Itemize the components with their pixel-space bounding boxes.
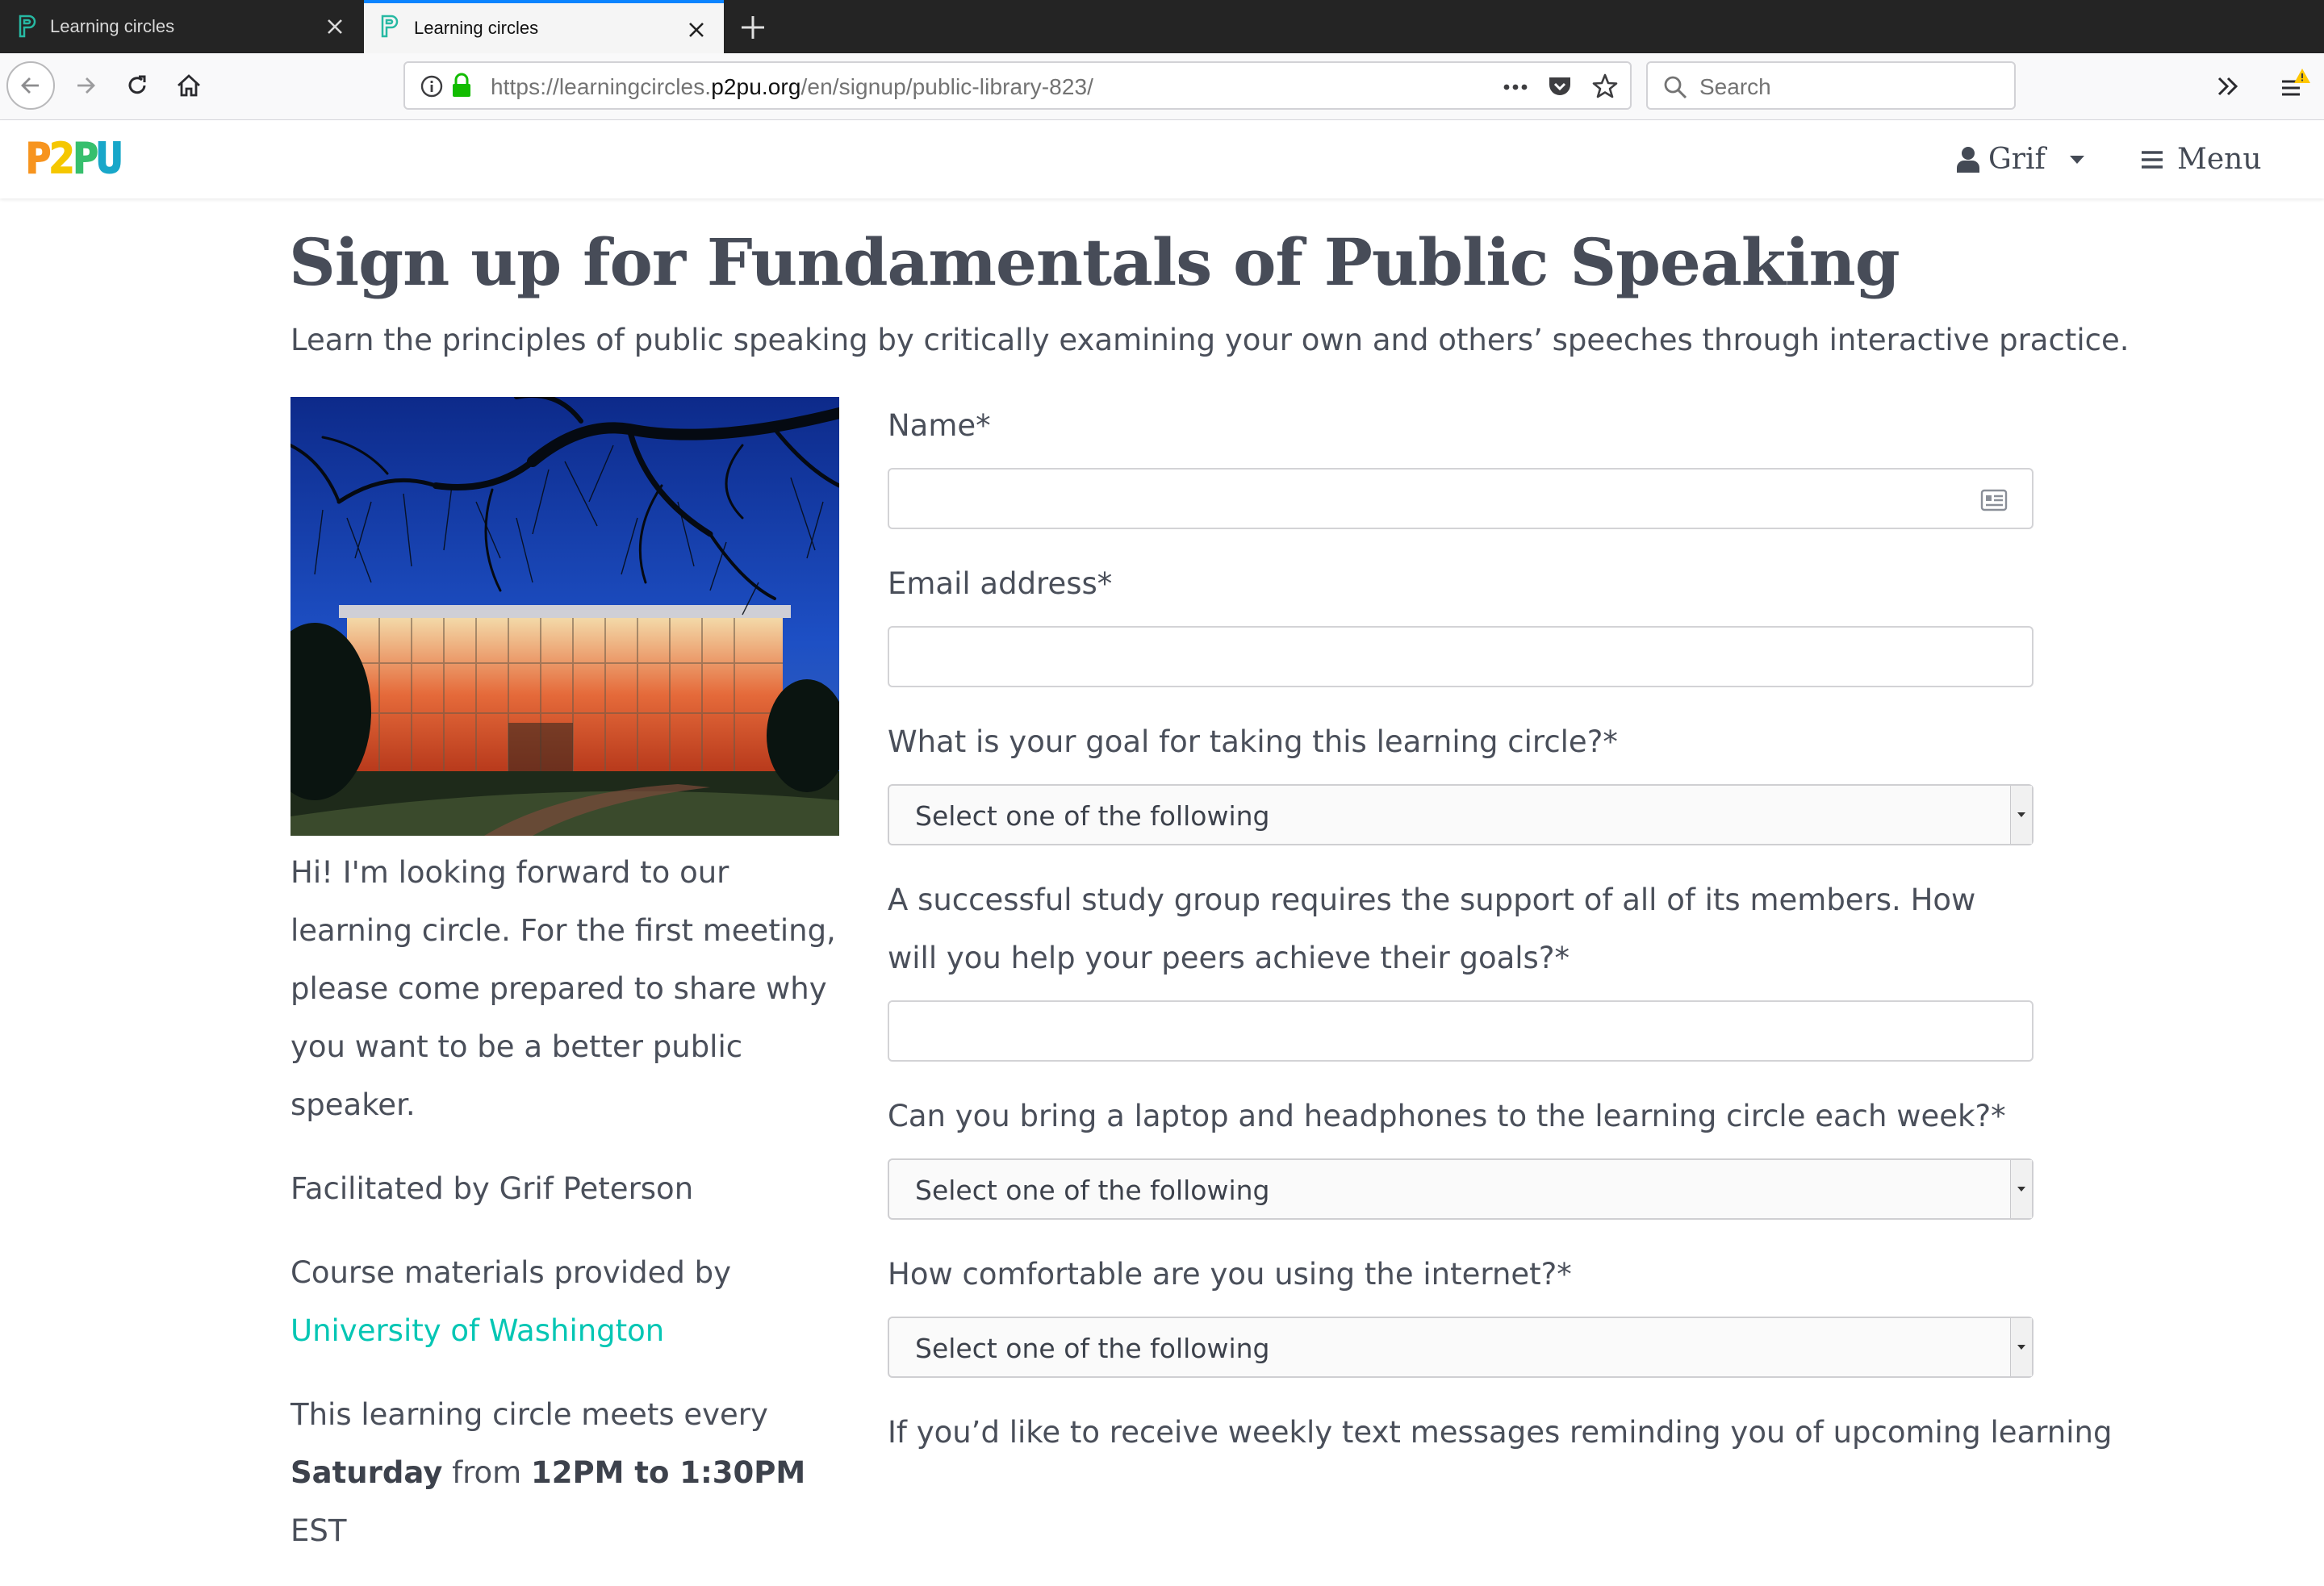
close-tab-icon[interactable] <box>324 15 346 38</box>
close-tab-icon[interactable] <box>685 19 708 41</box>
overflow-chevron-icon[interactable] <box>2214 73 2242 100</box>
home-button[interactable] <box>166 63 211 108</box>
support-label: A successful study group requires the su… <box>888 883 1976 975</box>
lock-icon[interactable] <box>450 73 473 98</box>
more-actions-icon[interactable] <box>1501 77 1530 97</box>
internet-comfort-label: How comfortable are you using the intern… <box>888 1257 1572 1292</box>
name-field[interactable] <box>888 468 2034 529</box>
page-title: Sign up for Fundamentals of Public Speak… <box>289 224 1900 300</box>
p2pu-favicon-icon <box>381 15 399 38</box>
app-menu-button[interactable] <box>2274 69 2314 103</box>
internet-comfort-select[interactable]: Select one of the following <box>888 1317 2034 1378</box>
url-text[interactable]: https://learningcircles.p2pu.org/en/sign… <box>491 74 1093 100</box>
library-photo <box>290 397 839 836</box>
select-arrow-icon <box>2010 1318 2032 1376</box>
search-icon <box>1664 76 1687 99</box>
bookmark-star-icon[interactable] <box>1591 73 1619 100</box>
tab-title: Learning circles <box>50 16 175 36</box>
home-icon <box>178 74 200 97</box>
arrow-left-icon <box>21 77 39 94</box>
user-menu[interactable]: Grif <box>1956 143 2086 176</box>
course-provider-link[interactable]: University of Washington <box>290 1313 664 1348</box>
url-bar[interactable]: https://learningcircles.p2pu.org/en/sign… <box>403 61 1632 110</box>
site-menu-button[interactable]: Menu <box>2140 143 2262 176</box>
laptop-select[interactable]: Select one of the following <box>888 1158 2034 1220</box>
logo-letter: U <box>96 135 123 183</box>
user-icon <box>1957 146 1979 173</box>
goal-select-value: Select one of the following <box>915 800 1270 832</box>
contact-card-icon <box>1980 489 2008 511</box>
p2pu-favicon-icon <box>19 15 36 38</box>
search-placeholder: Search <box>1699 74 1771 99</box>
facilitator-welcome: Hi! I'm looking forward to our learning … <box>290 855 836 1122</box>
menu-bars-icon <box>2142 150 2163 169</box>
laptop-label: Can you bring a laptop and headphones to… <box>888 1099 2006 1133</box>
select-arrow-icon <box>2010 786 2032 844</box>
internet-select-value: Select one of the following <box>915 1333 1270 1364</box>
caret-down-icon <box>2069 155 2084 164</box>
learning-circle-info: Hi! I'm looking forward to our learning … <box>290 844 855 1586</box>
browser-tab-strip: Learning circles Learning circles <box>0 0 2324 53</box>
meeting-schedule: This learning circle meets every Saturday… <box>290 1397 806 1548</box>
laptop-select-value: Select one of the following <box>915 1175 1270 1206</box>
pocket-icon[interactable] <box>1546 73 1574 100</box>
warning-badge-icon <box>2294 69 2310 83</box>
browser-tab-active[interactable]: Learning circles <box>364 0 724 53</box>
logo-letter: P <box>73 135 99 183</box>
user-name: Grif <box>1988 143 2046 176</box>
site-header: P2PU Grif Menu <box>0 120 2324 198</box>
logo-letter: P <box>25 135 52 183</box>
name-label: Name* <box>888 408 991 443</box>
forward-button[interactable] <box>63 63 108 108</box>
select-arrow-icon <box>2010 1160 2032 1218</box>
support-field[interactable] <box>888 1000 2034 1062</box>
browser-search-bar[interactable]: Search <box>1646 61 2016 110</box>
page-subtitle: Learn the principles of public speaking … <box>290 323 2130 357</box>
info-icon[interactable] <box>420 74 444 98</box>
facilitator-credit: Facilitated by Grif Peterson <box>290 1171 694 1206</box>
p2pu-logo[interactable]: P2PU <box>25 135 123 183</box>
back-button[interactable] <box>6 61 55 110</box>
email-label: Email address* <box>888 566 1113 601</box>
goal-label: What is your goal for taking this learni… <box>888 724 1618 759</box>
menu-label: Menu <box>2177 143 2262 176</box>
browser-toolbar: https://learningcircles.p2pu.org/en/sign… <box>0 53 2324 120</box>
arrow-right-icon <box>77 77 95 94</box>
goal-select[interactable]: Select one of the following <box>888 784 2034 845</box>
email-field[interactable] <box>888 626 2034 687</box>
logo-letter: 2 <box>48 135 75 183</box>
course-materials: Course materials provided by University … <box>290 1255 731 1348</box>
tab-title: Learning circles <box>414 18 539 38</box>
browser-tab[interactable]: Learning circles <box>0 0 362 53</box>
sms-reminder-label: If you’d like to receive weekly text mes… <box>888 1415 2113 1450</box>
reload-button[interactable] <box>115 63 160 108</box>
new-tab-plus-icon[interactable] <box>737 11 769 44</box>
reload-icon <box>128 75 146 94</box>
